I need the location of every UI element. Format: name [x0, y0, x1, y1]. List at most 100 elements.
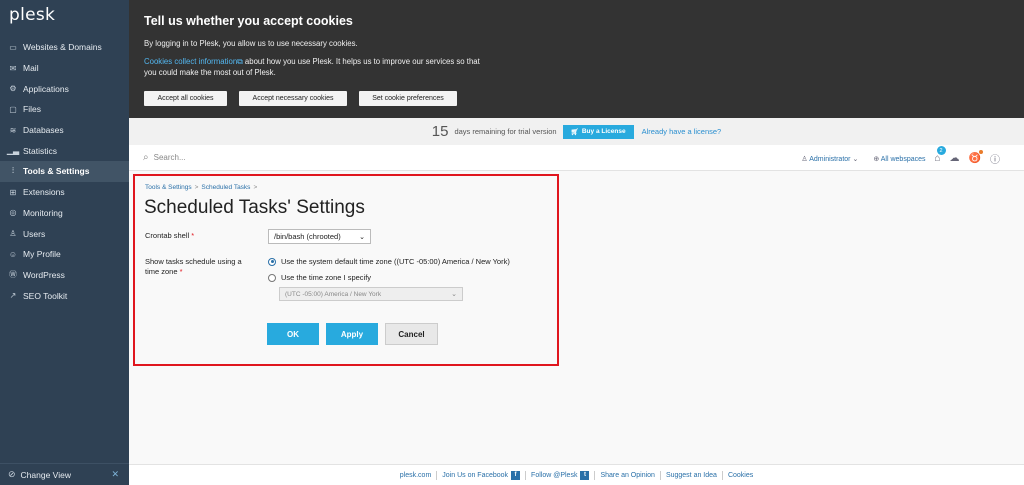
facebook-icon: f	[511, 470, 521, 480]
accept-all-cookies-button[interactable]: Accept all cookies	[144, 91, 227, 106]
notification-badge: 2	[936, 146, 946, 155]
sidebar-item-tools-settings[interactable]: ⫶ Tools & Settings	[0, 161, 129, 182]
page-title: Scheduled Tasks' Settings	[144, 197, 365, 218]
cancel-button[interactable]: Cancel	[385, 323, 438, 345]
all-webspaces-label: All webspaces	[880, 155, 926, 163]
crontab-shell-value: /bin/bash (chrooted)	[274, 232, 341, 241]
sidebar-item-label: Users	[23, 228, 46, 239]
trial-days-count: 15	[431, 123, 449, 140]
cloud-icon[interactable]: ☁	[950, 153, 960, 164]
seo-icon: ↗	[9, 291, 17, 301]
crontab-shell-select[interactable]: /bin/bash (chrooted) ⌄	[268, 229, 371, 244]
sidebar-item-users[interactable]: ♙ Users	[0, 223, 129, 244]
alert-dot	[979, 150, 983, 154]
set-cookie-preferences-button[interactable]: Set cookie preferences	[359, 91, 457, 106]
notifications-icon[interactable]: ⌂ 2	[935, 146, 946, 164]
breadcrumb: Tools & Settings > Scheduled Tasks >	[145, 184, 260, 191]
radio-button[interactable]	[268, 273, 276, 282]
folder-icon: ▢	[9, 104, 17, 114]
timezone-label: Show tasks schedule using a time zone *	[145, 257, 260, 277]
sidebar-item-files[interactable]: ▢ Files	[0, 99, 129, 120]
sidebar-item-label: Databases	[23, 125, 64, 136]
sidebar-item-applications[interactable]: ⚙ Applications	[0, 78, 129, 99]
already-have-license-link[interactable]: Already have a license?	[642, 127, 722, 136]
radio-default-timezone[interactable]: Use the system default time zone ((UTC -…	[268, 257, 510, 266]
footer-link-twitter[interactable]: Follow @Plesk t	[526, 470, 596, 480]
close-icon[interactable]: ✕	[111, 469, 119, 480]
sidebar-item-label: Statistics	[23, 145, 58, 156]
suggestions-icon[interactable]: ♉	[969, 150, 983, 164]
change-view-button[interactable]: ⊘ Change View ✕	[0, 463, 129, 485]
accept-necessary-cookies-button[interactable]: Accept necessary cookies	[239, 91, 347, 106]
footer-link-facebook[interactable]: Join Us on Facebook f	[437, 470, 527, 480]
radio-button-checked[interactable]	[268, 257, 276, 266]
administrator-label: Administrator	[809, 155, 851, 163]
highlight-box: Tools & Settings > Scheduled Tasks > Schedu…	[133, 174, 559, 366]
search-input[interactable]: ⌕ Search...	[143, 152, 186, 163]
footer-facebook-label: Join Us on Facebook	[442, 471, 509, 479]
all-webspaces-menu[interactable]: ⊕ All webspaces	[873, 155, 925, 163]
sidebar-item-mail[interactable]: ✉ Mail	[0, 58, 129, 79]
sidebar-item-websites-domains[interactable]: ▭ Websites & Domains	[0, 37, 129, 58]
cookie-title: Tell us whether you accept cookies	[144, 14, 353, 28]
user-icon: ♙	[801, 155, 808, 163]
extensions-icon: ⊞	[9, 187, 17, 197]
main-content: Tools & Settings > Scheduled Tasks > Schedu…	[129, 171, 1024, 464]
trial-bar: 15 days remaining for trial version 🛒︎ B…	[129, 118, 1024, 145]
sidebar-item-my-profile[interactable]: ☺ My Profile	[0, 244, 129, 265]
sidebar-nav: ▭ Websites & Domains ✉ Mail ⚙ Applicatio…	[0, 37, 129, 306]
change-view-icon: ⊘	[8, 469, 16, 479]
tools-icon: ⫶	[12, 166, 14, 176]
cookie-text-1: By logging in to Plesk, you allow us to …	[144, 39, 358, 48]
profile-icon: ☺	[8, 249, 18, 259]
apply-button[interactable]: Apply	[326, 323, 378, 345]
sidebar-item-label: Extensions	[23, 187, 65, 198]
cookie-buttons: Accept all cookies Accept necessary cook…	[144, 91, 457, 106]
timezone-select-value: (UTC -05:00) America / New York	[285, 290, 382, 298]
timezone-select[interactable]: (UTC -05:00) America / New York ⌄	[279, 287, 463, 301]
footer-link-plesk[interactable]: plesk.com	[395, 470, 438, 480]
timezone-label-line2: time zone	[145, 267, 178, 276]
cookie-text-2a: about how you use Plesk. It helps us to …	[242, 57, 480, 66]
sidebar: plesk ▭ Websites & Domains ✉ Mail ⚙ Appl…	[0, 0, 129, 485]
crontab-shell-text: Crontab shell	[145, 231, 190, 240]
gear-icon: ⚙	[9, 84, 17, 94]
buy-license-label: Buy a License	[581, 128, 626, 135]
sidebar-item-seo-toolkit[interactable]: ↗ SEO Toolkit	[0, 285, 129, 306]
radio-specify-label: Use the time zone I specify	[281, 273, 372, 282]
administrator-menu[interactable]: ♙ Administrator ⌄	[801, 155, 858, 163]
ok-button[interactable]: OK	[267, 323, 319, 345]
cart-icon: 🛒︎	[570, 128, 579, 136]
breadcrumb-scheduled-tasks[interactable]: Scheduled Tasks	[201, 184, 250, 191]
cookies-info-link[interactable]: Cookies collect information	[144, 57, 237, 66]
user-icon: ♙	[9, 229, 17, 239]
sidebar-item-label: Monitoring	[23, 207, 63, 218]
chevron-down-icon: ⌄	[359, 233, 365, 241]
sidebar-item-wordpress[interactable]: Ⓦ WordPress	[0, 265, 129, 286]
trial-days-text: days remaining for trial version	[454, 127, 557, 136]
sidebar-item-label: SEO Toolkit	[23, 290, 68, 301]
buy-license-button[interactable]: 🛒︎ Buy a License	[562, 124, 634, 139]
radio-specify-timezone[interactable]: Use the time zone I specify	[268, 273, 371, 282]
cookie-banner: Tell us whether you accept cookies By lo…	[129, 0, 1024, 118]
database-icon: ≋	[9, 125, 17, 135]
sidebar-item-databases[interactable]: ≋ Databases	[0, 120, 129, 141]
header: ⌕ Search... ♙ Administrator ⌄ ⊕ All webs…	[129, 145, 1024, 171]
globe-icon: ⊕	[873, 155, 880, 163]
footer-link-idea[interactable]: Suggest an Idea	[661, 470, 723, 480]
cookie-text-2b: you could make the most out of Plesk.	[144, 68, 276, 77]
breadcrumb-tools-settings[interactable]: Tools & Settings	[145, 184, 192, 191]
required-mark: *	[191, 231, 195, 240]
timezone-label-line1: Show tasks schedule using a	[145, 257, 242, 266]
help-icon[interactable]: ⓘ	[990, 151, 1000, 166]
search-placeholder: Search...	[153, 153, 186, 162]
sidebar-item-extensions[interactable]: ⊞ Extensions	[0, 182, 129, 203]
sidebar-item-monitoring[interactable]: ◎ Monitoring	[0, 203, 129, 224]
footer-link-cookies[interactable]: Cookies	[723, 471, 758, 480]
plesk-logo[interactable]: plesk	[9, 5, 55, 25]
wordpress-icon: Ⓦ	[9, 270, 17, 280]
footer-link-opinion[interactable]: Share an Opinion	[595, 470, 661, 480]
sidebar-item-label: My Profile	[23, 249, 61, 260]
footer-twitter-label: Follow @Plesk	[531, 471, 578, 479]
sidebar-item-statistics[interactable]: ▁▃ Statistics	[0, 140, 129, 161]
